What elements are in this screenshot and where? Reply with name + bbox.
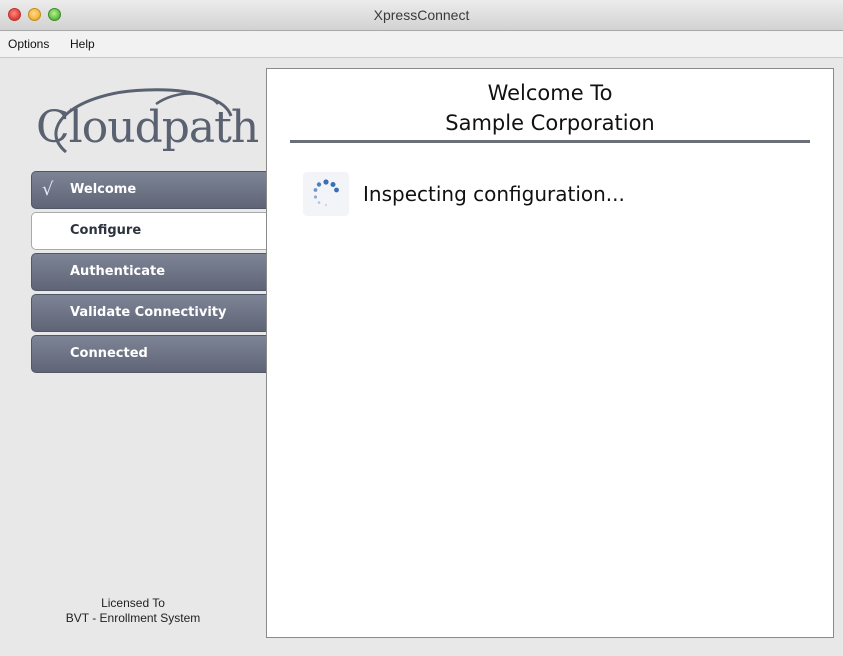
main-panel: Welcome To Sample Corporation Inspecting…: [266, 68, 834, 638]
sidebar: Cloudpath √ Welcome Configure Authentica…: [0, 58, 266, 656]
wizard-steps: √ Welcome Configure Authenticate Validat…: [31, 171, 266, 376]
app-window: XpressConnect Options Help Cloudpath √ W…: [0, 0, 843, 656]
cloudpath-logo: Cloudpath: [36, 82, 259, 162]
license-info: Licensed To BVT - Enrollment System: [0, 596, 266, 626]
title-bar[interactable]: XpressConnect: [0, 0, 843, 31]
menu-bar: Options Help: [0, 31, 843, 58]
step-validate-connectivity[interactable]: Validate Connectivity: [31, 294, 266, 332]
title-divider: [290, 140, 810, 143]
step-authenticate[interactable]: Authenticate: [31, 253, 266, 291]
step-label: Configure: [70, 223, 142, 238]
logo-wordmark: Cloudpath: [36, 102, 259, 153]
menu-help[interactable]: Help: [70, 37, 95, 51]
license-holder: BVT - Enrollment System: [65, 611, 201, 625]
page-title: Welcome To Sample Corporation: [267, 78, 833, 138]
license-label: Licensed To: [101, 596, 165, 610]
step-label: Welcome: [70, 182, 137, 197]
window-title: XpressConnect: [373, 7, 470, 23]
step-label: Validate Connectivity: [70, 305, 227, 320]
step-label: Authenticate: [70, 264, 166, 279]
title-line-2: Sample Corporation: [445, 111, 655, 135]
menu-options[interactable]: Options: [8, 37, 49, 51]
loading-spinner-icon: [303, 172, 349, 216]
status-message: Inspecting configuration...: [363, 182, 625, 206]
checkmark-icon: √: [42, 179, 54, 200]
step-configure[interactable]: Configure: [31, 212, 266, 250]
step-welcome[interactable]: √ Welcome: [31, 171, 266, 209]
title-line-1: Welcome To: [487, 81, 613, 105]
step-connected[interactable]: Connected: [31, 335, 266, 373]
step-label: Connected: [70, 346, 148, 361]
